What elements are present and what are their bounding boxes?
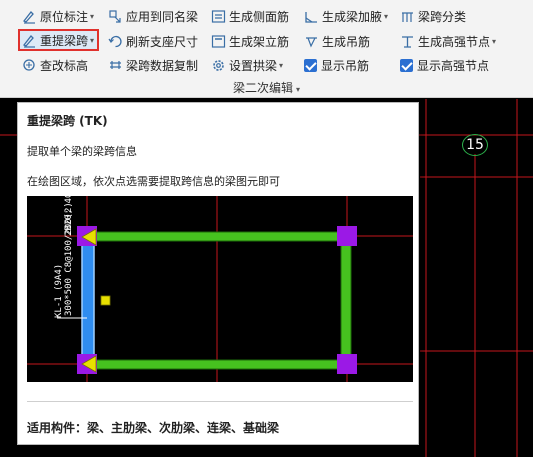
diagram-label-dim-side: 2B20; 4C xyxy=(64,196,74,236)
tooltip-description: 提取单个梁的梁跨信息 xyxy=(27,145,137,158)
tooltip-illustration: 300*500 C8@100/200(2) KL-1 (9A4) 2B20; 4… xyxy=(27,193,413,382)
checkbox-checked-icon xyxy=(400,58,413,72)
show-hanger-checkbox[interactable]: 显示吊筋 xyxy=(304,55,369,75)
tooltip-title: 重提梁跨 (TK) xyxy=(27,114,108,128)
retrieve-span-icon xyxy=(22,33,37,48)
show-high-strength-checkbox[interactable]: 显示高强节点 xyxy=(400,55,489,75)
chevron-down-icon: ▾ xyxy=(384,11,389,21)
yuanwei-biaozhu-button[interactable]: 原位标注 ▾ xyxy=(22,6,94,26)
generate-erection-rebar-button[interactable]: 生成架立筋 xyxy=(211,31,289,51)
tooltip-footer: 适用构件：梁、主肋梁、次肋梁、连梁、基础梁 xyxy=(27,421,280,435)
elevation-icon xyxy=(22,58,37,73)
beam-span-diagram: 300*500 C8@100/200(2) KL-1 (9A4) 2B20; 4… xyxy=(27,193,413,382)
generate-side-rebar-button[interactable]: 生成侧面筋 xyxy=(211,6,289,26)
hanger-rebar-icon xyxy=(304,34,319,49)
copy-icon xyxy=(108,58,123,73)
high-strength-node-icon xyxy=(400,34,415,49)
gear-icon xyxy=(211,58,226,73)
refresh-support-size-button[interactable]: 刷新支座尺寸 xyxy=(108,31,198,51)
chevron-down-icon: ▾ xyxy=(90,11,95,21)
grip-marker xyxy=(100,295,111,306)
chevron-down-icon: ▾ xyxy=(279,60,284,70)
refresh-icon xyxy=(108,34,123,49)
check-elevation-button[interactable]: 查改标高 xyxy=(22,55,88,75)
apply-same-beam-button[interactable]: 应用到同名梁 xyxy=(108,6,198,26)
tooltip-divider xyxy=(27,401,413,402)
selected-beam xyxy=(81,235,95,365)
set-arch-beam-button[interactable]: 设置拱梁 ▾ xyxy=(211,55,283,75)
chevron-down-icon: ▾ xyxy=(492,36,497,46)
beam-right xyxy=(340,235,352,365)
generate-hanger-rebar-button[interactable]: 生成吊筋 xyxy=(304,31,370,51)
ribbon-group-label[interactable]: 梁二次编辑 ▾ xyxy=(0,79,533,96)
classify-icon xyxy=(400,9,415,24)
tooltip-hint: 在绘图区域，依次点选需要提取跨信息的梁图元即可 xyxy=(27,175,280,188)
span-data-copy-button[interactable]: 梁跨数据复制 xyxy=(108,55,198,75)
beam-bottom xyxy=(86,359,348,370)
erection-rebar-icon xyxy=(211,34,226,49)
side-rebar-icon xyxy=(211,9,226,24)
chevron-down-icon: ▾ xyxy=(90,35,95,45)
column xyxy=(337,226,357,246)
annotate-icon xyxy=(22,9,37,24)
chevron-down-icon: ▾ xyxy=(296,85,301,94)
span-classify-button[interactable]: 梁跨分类 xyxy=(400,6,466,26)
axis-number-badge: 15 xyxy=(462,134,488,156)
column xyxy=(337,354,357,374)
tooltip-panel: 重提梁跨 (TK) 提取单个梁的梁跨信息 在绘图区域，依次点选需要提取跨信息的梁… xyxy=(17,102,419,445)
diagram-label-beam-name: KL-1 (9A4) xyxy=(54,264,64,318)
ribbon-toolbar: 原位标注 ▾ 应用到同名梁 生成侧面筋 生成梁加腋 ▾ 梁跨分类 重提梁跨 ▾ 刷新支… xyxy=(0,0,533,98)
generate-haunch-button[interactable]: 生成梁加腋 ▾ xyxy=(304,6,388,26)
chongti-liangkua-button[interactable]: 重提梁跨 ▾ xyxy=(18,29,100,51)
checkbox-checked-icon xyxy=(304,58,317,72)
generate-high-strength-node-button[interactable]: 生成高强节点 ▾ xyxy=(400,31,496,51)
beam-top xyxy=(86,231,348,242)
apply-icon xyxy=(108,9,123,24)
haunch-icon xyxy=(304,9,319,24)
